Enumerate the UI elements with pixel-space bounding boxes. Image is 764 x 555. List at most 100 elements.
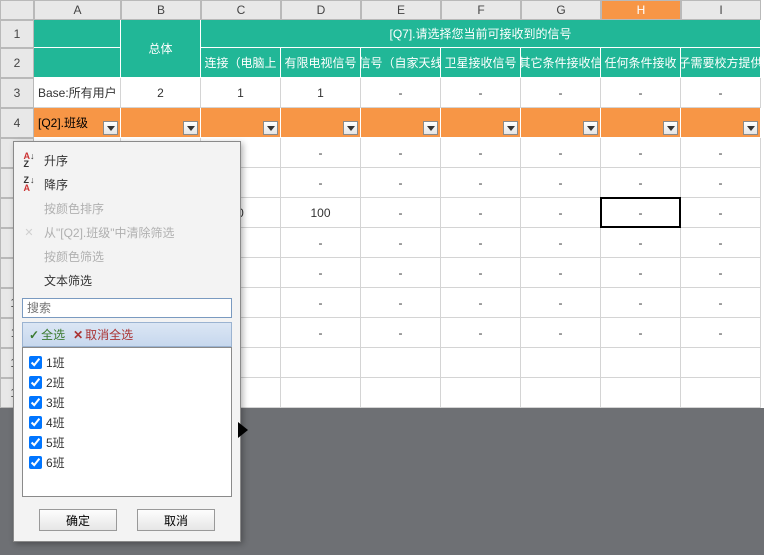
filter-listbox[interactable]: 1班2班3班4班5班6班 — [22, 347, 232, 497]
cell[interactable]: - — [601, 258, 681, 288]
cell[interactable]: - — [361, 228, 441, 258]
cell[interactable] — [441, 348, 521, 378]
search-input[interactable] — [22, 298, 232, 318]
cell[interactable]: - — [281, 258, 361, 288]
cell[interactable]: - — [361, 78, 441, 108]
sort-asc[interactable]: AZ↓ 升序 — [14, 148, 240, 172]
cell[interactable]: 有限电视信号 — [281, 48, 361, 78]
cell[interactable]: - — [441, 138, 521, 168]
row-header-4[interactable]: 4 — [0, 108, 34, 138]
row-header-1[interactable]: 1 — [0, 20, 34, 48]
cell[interactable] — [34, 20, 121, 48]
filter-button[interactable] — [263, 121, 278, 135]
cell[interactable]: - — [441, 318, 521, 348]
cell[interactable]: - — [281, 228, 361, 258]
cell[interactable]: - — [441, 228, 521, 258]
cell[interactable]: - — [681, 198, 761, 228]
cell[interactable]: - — [441, 198, 521, 228]
filter-button[interactable] — [583, 121, 598, 135]
list-item[interactable]: 4班 — [29, 412, 225, 432]
filter-button[interactable] — [183, 121, 198, 135]
cell[interactable]: Base:所有用户 — [34, 78, 121, 108]
filter-button[interactable] — [103, 121, 118, 135]
cell[interactable]: - — [281, 168, 361, 198]
filter-button[interactable] — [743, 121, 758, 135]
cell[interactable]: 2 — [121, 78, 201, 108]
cell[interactable] — [681, 378, 761, 408]
cell[interactable]: - — [601, 78, 681, 108]
cell[interactable]: - — [361, 318, 441, 348]
col-header-E[interactable]: E — [361, 0, 441, 20]
cell[interactable] — [121, 108, 201, 138]
cell[interactable] — [521, 378, 601, 408]
cell[interactable]: - — [521, 318, 601, 348]
cell[interactable]: - — [681, 288, 761, 318]
col-header-A[interactable]: A — [34, 0, 121, 20]
cell[interactable] — [441, 378, 521, 408]
filter-button[interactable] — [503, 121, 518, 135]
row-header-2[interactable]: 2 — [0, 48, 34, 78]
cell[interactable]: - — [521, 228, 601, 258]
cell[interactable]: 连接（电脑上 — [201, 48, 281, 78]
cell[interactable]: - — [361, 258, 441, 288]
cell[interactable] — [681, 108, 761, 138]
text-filter[interactable]: 文本筛选 — [14, 268, 240, 292]
select-all-link[interactable]: ✓全选 — [29, 326, 65, 343]
row-header-3[interactable]: 3 — [0, 78, 34, 108]
cell[interactable]: 1 — [201, 78, 281, 108]
cell[interactable] — [361, 348, 441, 378]
cell[interactable]: - — [601, 228, 681, 258]
col-header-D[interactable]: D — [281, 0, 361, 20]
cell[interactable]: - — [521, 288, 601, 318]
select-all-corner[interactable] — [0, 0, 34, 20]
cell[interactable]: - — [361, 288, 441, 318]
cell[interactable]: - — [281, 288, 361, 318]
cell[interactable]: - — [521, 198, 601, 228]
cell[interactable]: - — [681, 318, 761, 348]
cell[interactable]: - — [681, 78, 761, 108]
cell[interactable]: - — [441, 288, 521, 318]
cell[interactable] — [201, 108, 281, 138]
cell[interactable]: - — [681, 258, 761, 288]
list-item[interactable]: 5班 — [29, 432, 225, 452]
cell[interactable]: - — [441, 168, 521, 198]
cell[interactable] — [361, 108, 441, 138]
cell[interactable]: 信号（自家天线 — [361, 48, 441, 78]
cell[interactable]: - — [681, 168, 761, 198]
cell[interactable]: - — [601, 288, 681, 318]
cell[interactable] — [601, 378, 681, 408]
cell[interactable]: - — [601, 138, 681, 168]
cell[interactable]: - — [361, 168, 441, 198]
cancel-button[interactable]: 取消 — [137, 509, 215, 531]
cell[interactable] — [521, 108, 601, 138]
filter-button[interactable] — [343, 121, 358, 135]
cell[interactable] — [34, 48, 121, 78]
cell[interactable]: 其它条件接收信 — [521, 48, 601, 78]
cell[interactable]: 任何条件接收 — [601, 48, 681, 78]
filter-button[interactable] — [663, 121, 678, 135]
cell[interactable]: - — [441, 78, 521, 108]
list-item[interactable]: 3班 — [29, 392, 225, 412]
cell[interactable]: 卫星接收信号 — [441, 48, 521, 78]
cell[interactable] — [521, 348, 601, 378]
list-checkbox[interactable] — [29, 376, 42, 389]
cell[interactable]: - — [601, 168, 681, 198]
cell[interactable]: - — [441, 258, 521, 288]
list-item[interactable]: 2班 — [29, 372, 225, 392]
cell[interactable]: - — [361, 138, 441, 168]
list-checkbox[interactable] — [29, 436, 42, 449]
cell[interactable]: - — [601, 198, 681, 228]
cell[interactable]: 1 — [281, 78, 361, 108]
cell[interactable] — [601, 108, 681, 138]
col-header-G[interactable]: G — [521, 0, 601, 20]
cell[interactable] — [281, 108, 361, 138]
cell[interactable]: - — [601, 318, 681, 348]
list-checkbox[interactable] — [29, 396, 42, 409]
col-header-H[interactable]: H — [601, 0, 681, 20]
cell[interactable]: [Q7].请选择您当前可接收到的信号 — [201, 20, 761, 48]
col-header-I[interactable]: I — [681, 0, 761, 20]
list-item[interactable]: 6班 — [29, 452, 225, 472]
deselect-all-link[interactable]: ✕取消全选 — [73, 326, 133, 343]
cell[interactable]: - — [361, 198, 441, 228]
cell[interactable]: - — [521, 258, 601, 288]
